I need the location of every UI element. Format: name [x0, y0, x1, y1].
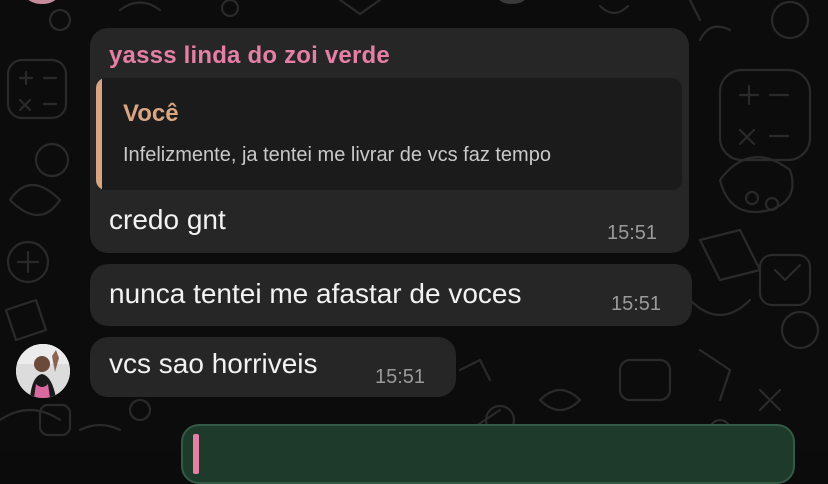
message-time: 15:51	[375, 366, 426, 388]
message-time: 15:51	[607, 222, 658, 244]
outgoing-message-bubble[interactable]	[181, 424, 795, 484]
message-text: vcs sao horriveis	[109, 348, 318, 379]
message-time: 15:51	[611, 293, 662, 315]
quote-accent-bar	[193, 434, 199, 474]
message-bubble[interactable]: vcs sao horriveis 15:51	[90, 337, 456, 397]
message-text: nunca tentei me afastar de voces	[109, 278, 522, 309]
sender-name[interactable]: yasss linda do zoi verde	[109, 42, 390, 70]
quote-author: Você	[123, 100, 179, 127]
message-bubble[interactable]: nunca tentei me afastar de voces 15:51	[90, 264, 692, 326]
quote-accent-bar	[96, 78, 102, 190]
avatar-photo-icon	[16, 344, 70, 398]
message-text: credo gnt	[109, 204, 226, 235]
message-bubble-reply[interactable]: yasss linda do zoi verde Você Infelizmen…	[90, 28, 689, 253]
quote-text: Infelizmente, ja tentei me livrar de vcs…	[123, 144, 551, 166]
avatar[interactable]	[16, 344, 70, 398]
quoted-message[interactable]: Você Infelizmente, ja tentei me livrar d…	[96, 78, 682, 190]
